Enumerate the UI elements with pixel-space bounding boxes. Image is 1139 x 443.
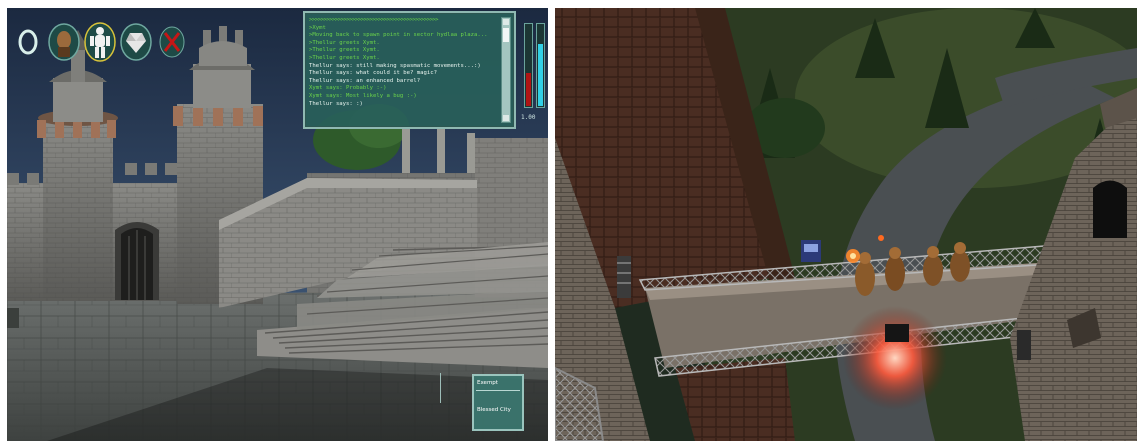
action-panel: Exempt Blessed City [472,374,524,431]
chat-window[interactable]: >>>>>>>>>>>>>>>>>>>>>>>>>>>>>>>>>>>>>>>>… [303,11,516,129]
chat-line: Thellur says: :) [309,100,363,107]
right-screenshot [555,8,1137,441]
health-gauge [524,23,533,108]
exempt-button[interactable]: Exempt [477,380,519,386]
chat-line: >Thellur greets Xymt. [309,54,380,61]
chat-line: Thellur says: an enhanced barrel? [309,77,421,84]
chat-scrollbar[interactable] [501,17,511,123]
chat-line: >Thellur greets Xymt. [309,39,380,46]
portrait-icon[interactable] [47,22,81,62]
scroll-thumb[interactable] [503,28,509,42]
scroll-down-icon[interactable] [503,115,509,121]
tower-bridge-scene [555,8,1137,441]
blessed-city-button[interactable]: Blessed City [477,407,519,413]
health-gauge-fill [526,72,531,106]
chat-line: Xymt says: Probably :-) [309,85,387,92]
scroll-up-icon[interactable] [503,19,509,25]
hud-toolbar [11,22,189,62]
chat-line: Thellur says: still making spasmatic mov… [309,62,481,69]
gauge-readout: 1.00 [521,114,536,121]
chat-line: >>>>>>>>>>>>>>>>>>>>>>>>>>>>>>>>>>>>>>>>… [309,17,439,23]
chat-line: >Moving back to spawn point in sector hy… [309,32,488,39]
character-figure-icon[interactable] [83,22,117,62]
chat-log: >>>>>>>>>>>>>>>>>>>>>>>>>>>>>>>>>>>>>>>>… [309,17,498,123]
hud-divider [440,373,443,403]
chat-line: >Xymt [309,24,326,31]
mana-gauge [536,23,545,108]
chat-line: >Thellur greets Xymt. [309,47,380,54]
ring-icon[interactable] [11,22,45,62]
status-gauges: 1.00 [521,11,548,129]
mana-gauge-fill [538,43,543,106]
gem-icon[interactable] [119,22,153,62]
action-divider [476,390,520,391]
crossed-swords-icon[interactable] [155,22,189,62]
chat-line: Xymt says: Most likely a bug :-) [309,92,417,99]
left-screenshot: >>>>>>>>>>>>>>>>>>>>>>>>>>>>>>>>>>>>>>>>… [7,8,548,441]
chat-line: Thellur says: what could it be? magic? [309,70,437,77]
